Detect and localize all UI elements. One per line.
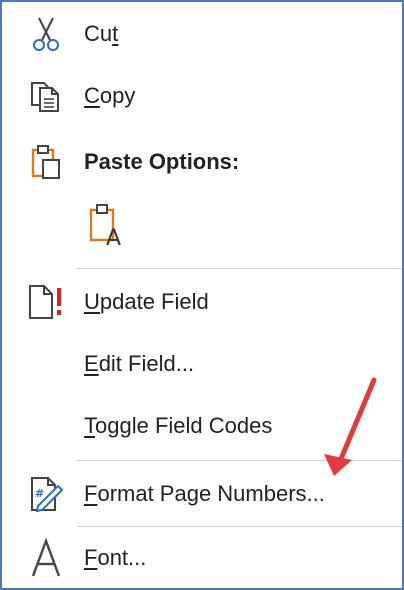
menu-item-update-field[interactable]: Update Field (2, 274, 402, 330)
annotation-arrow-icon (324, 377, 377, 476)
paste-options-header: Paste Options: (2, 134, 402, 190)
menu-item-label: Cut (84, 21, 119, 46)
menu-item-label: Copy (84, 83, 136, 108)
menu-item-label: Paste Options: (84, 149, 240, 174)
menu-item-label: Toggle Field Codes (84, 413, 273, 438)
menu-item-label: Font... (84, 545, 147, 570)
menu-item-label: Update Field (84, 289, 209, 314)
menu-item-label: Edit Field... (84, 351, 195, 376)
svg-text:A: A (106, 226, 121, 246)
menu-item-copy[interactable]: Copy (2, 68, 402, 124)
svg-text:#: # (35, 487, 44, 500)
menu-separator (76, 268, 402, 269)
menu-item-font[interactable]: Font... (2, 530, 402, 586)
font-icon (22, 534, 70, 582)
copy-icon (22, 72, 70, 120)
paste-keep-text-only-button[interactable]: A (82, 198, 130, 254)
menu-separator (76, 526, 402, 527)
menu-item-label: Format Page Numbers... (84, 481, 325, 506)
update-field-icon (22, 278, 70, 326)
menu-item-cut[interactable]: Cut (2, 6, 402, 62)
paste-keep-text-only-icon: A (86, 202, 126, 251)
scissors-icon (22, 10, 70, 58)
format-page-numbers-icon: # (22, 470, 70, 518)
context-menu: Cut Copy Paste Options: A Update Field E… (0, 0, 404, 590)
clipboard-icon (22, 138, 70, 186)
